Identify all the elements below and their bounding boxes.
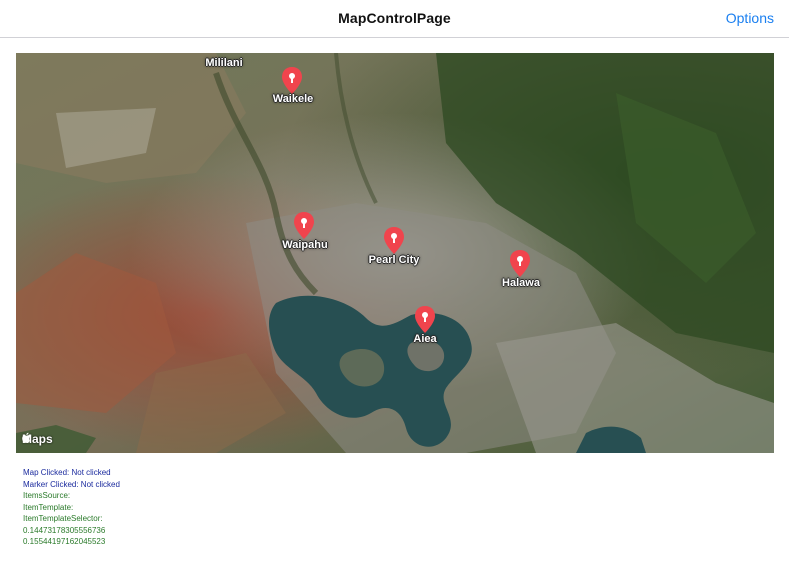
map-view[interactable]: Mililani Waikele Waipahu Pearl City Hala… bbox=[16, 53, 774, 453]
map-label-mililani: Mililani bbox=[205, 57, 243, 69]
map-label-pearl-city: Pearl City bbox=[368, 254, 420, 266]
page-title: MapControlPage bbox=[338, 10, 451, 26]
marker-clicked-status: Marker Clicked: Not clicked bbox=[23, 480, 120, 489]
item-template-label: ItemTemplate: bbox=[23, 503, 74, 512]
apple-icon bbox=[22, 432, 31, 443]
items-source-label: ItemsSource: bbox=[23, 491, 71, 500]
map-label-waikele: Waikele bbox=[272, 93, 314, 105]
map-marker-aiea[interactable] bbox=[413, 305, 437, 335]
maps-attribution: Maps bbox=[22, 432, 53, 446]
map-marker-waipahu[interactable] bbox=[292, 211, 316, 241]
options-button[interactable]: Options bbox=[726, 10, 774, 26]
value-readout-1: 0.14473178305556736 bbox=[23, 526, 106, 535]
map-clicked-status: Map Clicked: Not clicked bbox=[23, 468, 111, 477]
map-label-aiea: Aiea bbox=[413, 333, 437, 345]
map-label-halawa: Halawa bbox=[502, 277, 540, 289]
navigation-bar: MapControlPage Options bbox=[0, 0, 789, 38]
value-readout-2: 0.15544197162045523 bbox=[23, 537, 106, 546]
map-marker-halawa[interactable] bbox=[508, 249, 532, 279]
map-marker-waikele[interactable] bbox=[280, 66, 304, 96]
map-label-waipahu: Waipahu bbox=[282, 239, 328, 251]
map-marker-pearl-city[interactable] bbox=[382, 226, 406, 256]
item-template-selector-label: ItemTemplateSelector: bbox=[23, 514, 103, 523]
